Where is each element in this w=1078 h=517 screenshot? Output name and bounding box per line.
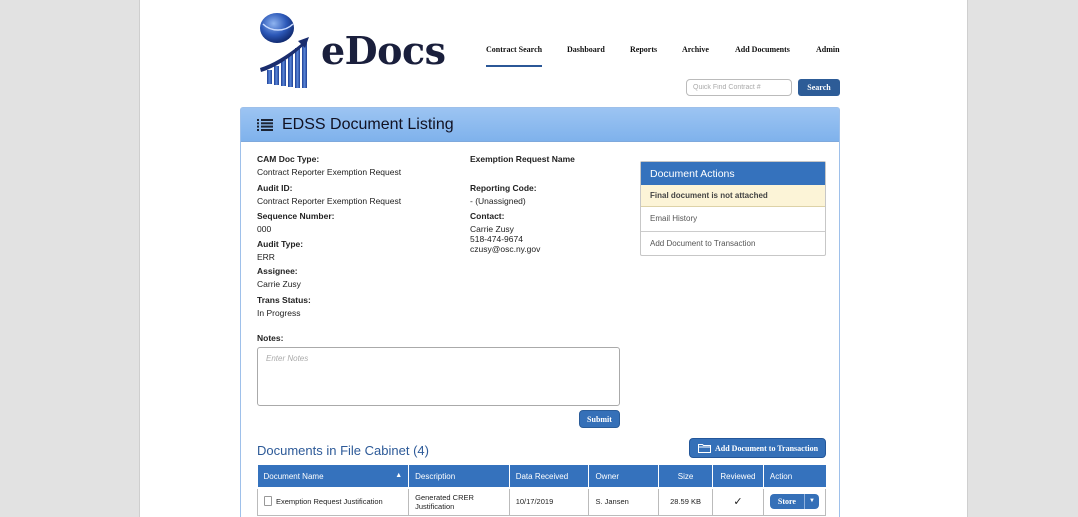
sequence-number-field: Sequence Number: 000	[257, 211, 334, 234]
search-button[interactable]: Search	[798, 79, 840, 96]
nav-archive[interactable]: Archive	[682, 45, 709, 54]
col-action[interactable]: Action	[763, 465, 826, 489]
folder-icon	[698, 444, 711, 453]
audit-type-field: Audit Type: ERR	[257, 239, 303, 262]
audit-id-field: Audit ID: Contract Reporter Exemption Re…	[257, 183, 401, 206]
file-cabinet-title: Documents in File Cabinet (4)	[257, 443, 429, 458]
col-label: Document Name	[263, 471, 324, 481]
date-received-cell: 10/17/2019	[508, 487, 590, 516]
exemption-request-name-field: Exemption Request Name	[470, 154, 575, 167]
col-data-received[interactable]: Data Received	[509, 465, 590, 489]
field-label: Audit ID:	[257, 183, 293, 193]
contact-name: Carrie Zusy	[470, 224, 514, 234]
list-icon	[257, 118, 273, 131]
document-name-cell[interactable]: Exemption Request Justification	[256, 487, 410, 516]
action-cell: Store ▼	[762, 487, 827, 516]
chevron-down-icon[interactable]: ▼	[803, 494, 819, 510]
add-document-button-label: Add Document to Transaction	[715, 443, 819, 453]
nav-dashboard[interactable]: Dashboard	[567, 45, 605, 54]
contact-field: Contact: Carrie Zusy 518-474-9674 czusy@…	[470, 211, 540, 254]
trans-status-field: Trans Status: In Progress	[257, 295, 311, 318]
logo-text: eDocs	[321, 28, 446, 73]
size-cell: 28.59 KB	[658, 487, 713, 516]
email-history-link[interactable]: Email History	[641, 207, 825, 231]
field-label: Sequence Number:	[257, 211, 335, 221]
col-document-name[interactable]: Document Name ▲	[257, 465, 410, 489]
description-line: Generated CRER	[415, 492, 474, 502]
field-value: Contract Reporter Exemption Request	[257, 167, 402, 177]
contact-email: czusy@osc.ny.gov	[470, 244, 541, 254]
owner-cell: S. Jansen	[588, 487, 660, 516]
document-name: Exemption Request Justification	[276, 496, 383, 506]
description-cell: Generated CRER Justification	[408, 487, 510, 516]
quick-find-input[interactable]	[686, 79, 792, 96]
col-size[interactable]: Size	[658, 465, 713, 489]
nav-admin[interactable]: Admin	[816, 45, 840, 54]
field-value: ERR	[257, 252, 275, 262]
table-header-row: Document Name ▲ Description Data Received…	[257, 465, 826, 489]
nav-contract-search[interactable]: Contract Search	[486, 45, 543, 67]
field-label: Exemption Request Name	[470, 154, 575, 164]
file-icon	[264, 495, 272, 506]
field-value: Contract Reporter Exemption Request	[257, 196, 402, 206]
document-actions-box: Document Actions Final document is not a…	[640, 161, 826, 256]
panel-header: EDSS Document Listing	[241, 108, 839, 142]
reporting-code-field: Reporting Code: - (Unassigned)	[470, 183, 537, 206]
reviewed-check-icon: ✓	[711, 487, 764, 516]
add-document-to-transaction-link[interactable]: Add Document to Transaction	[641, 231, 825, 255]
col-description[interactable]: Description	[408, 465, 510, 489]
store-split-button: Store ▼	[769, 494, 819, 510]
contact-phone: 518-474-9674	[470, 234, 523, 244]
field-label: CAM Doc Type:	[257, 154, 320, 164]
field-value: - (Unassigned)	[470, 196, 526, 206]
assignee-field: Assignee: Carrie Zusy	[257, 266, 301, 289]
description-line: Justification	[415, 501, 455, 511]
document-listing-panel: EDSS Document Listing CAM Doc Type: Cont…	[240, 107, 840, 517]
field-label: Contact:	[470, 211, 505, 221]
field-value: 000	[257, 224, 272, 234]
documents-table: Document Name ▲ Description Data Received…	[256, 465, 827, 516]
field-label: Assignee:	[257, 266, 298, 276]
cam-doc-type-field: CAM Doc Type: Contract Reporter Exemptio…	[257, 154, 401, 177]
notes-label: Notes:	[257, 333, 284, 343]
field-label: Reporting Code:	[470, 183, 537, 193]
table-row: Exemption Request Justification Generate…	[256, 487, 827, 516]
field-label: Trans Status:	[257, 295, 311, 305]
document-actions-alert: Final document is not attached	[641, 185, 825, 207]
field-label: Audit Type:	[257, 239, 304, 249]
add-document-to-transaction-button[interactable]: Add Document to Transaction	[689, 438, 826, 458]
store-button[interactable]: Store	[770, 494, 804, 509]
panel-title: EDSS Document Listing	[282, 115, 454, 133]
nav-reports[interactable]: Reports	[630, 45, 657, 54]
submit-button[interactable]: Submit	[579, 410, 620, 428]
field-value: In Progress	[257, 308, 301, 318]
nav-add-documents[interactable]: Add Documents	[735, 45, 790, 54]
col-reviewed[interactable]: Reviewed	[712, 465, 764, 489]
col-owner[interactable]: Owner	[588, 465, 660, 489]
sort-up-icon[interactable]: ▲	[395, 472, 402, 479]
field-value: Carrie Zusy	[257, 279, 301, 289]
notes-textarea[interactable]	[257, 347, 620, 406]
page: eDocs Contract Search Dashboard Reports …	[139, 0, 968, 517]
document-actions-title: Document Actions	[641, 162, 825, 185]
